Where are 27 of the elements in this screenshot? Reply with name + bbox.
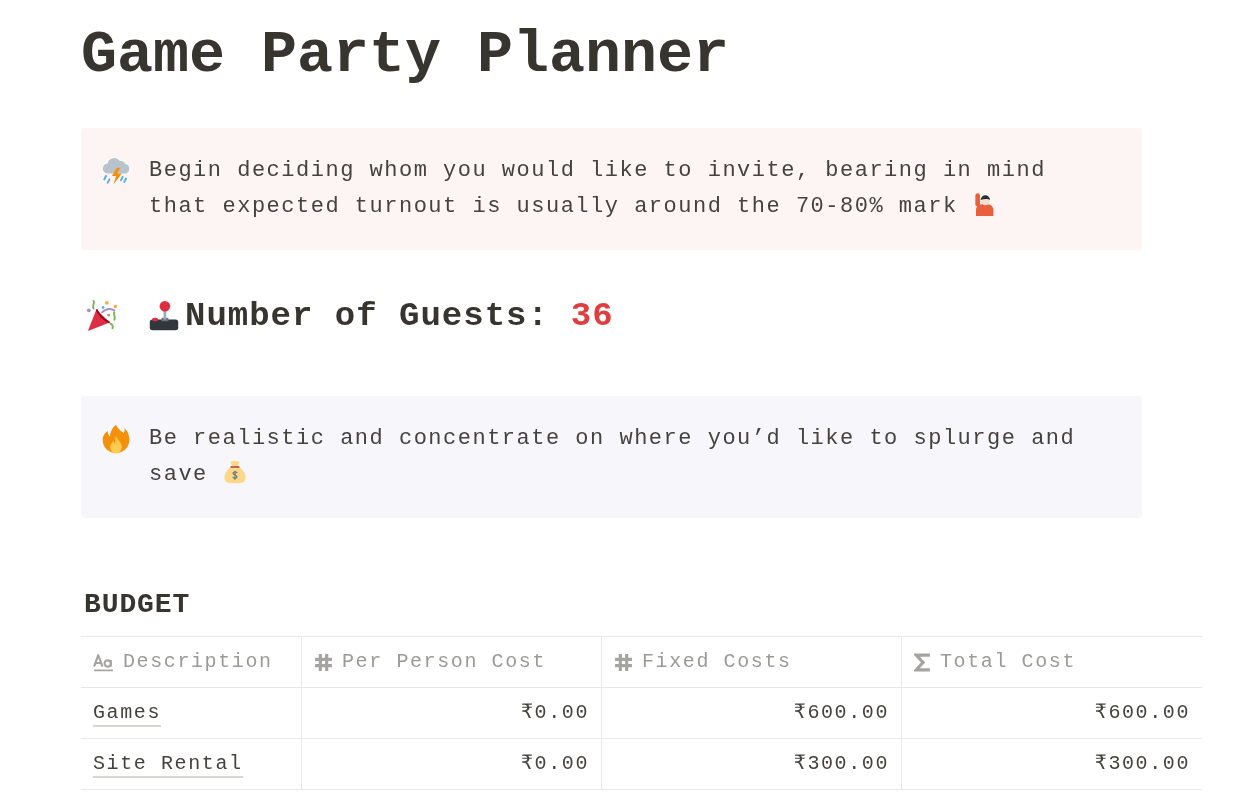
column-header[interactable]: Total Cost <box>902 637 1202 687</box>
money-bag-icon <box>222 460 247 484</box>
callout-text: Begin deciding whom you would like to invite, bearing in mind that expected turnout is usually around the 70-80% mark <box>149 158 1046 219</box>
table-cell: ₹600.00 <box>602 688 902 738</box>
table-cell: ₹300.00 <box>602 739 902 789</box>
page-link[interactable]: Games <box>93 701 161 727</box>
table-cell: ₹0.00 <box>302 739 602 789</box>
callout-text: Be realistic and concentrate on where you’d like to splurge and save <box>149 426 1076 487</box>
guest-count: 36 <box>570 296 614 337</box>
column-header[interactable]: Per Person Cost <box>302 637 602 687</box>
sigma-icon <box>914 652 931 672</box>
page-link[interactable]: Site Rental <box>93 752 243 778</box>
party-popper-icon <box>86 299 120 333</box>
fire-icon <box>101 424 131 454</box>
page-title: Game Party Planner <box>81 20 730 91</box>
column-header[interactable]: Fixed Costs <box>602 637 902 687</box>
storm-cloud-icon <box>101 156 131 186</box>
joystick-icon <box>148 300 180 332</box>
guests-heading: Number of Guests: <box>185 296 549 337</box>
text-type-icon <box>93 652 114 672</box>
table-cell-text: ₹300.00 <box>1093 751 1191 777</box>
table-cell: ₹0.00 <box>302 688 602 738</box>
column-header[interactable]: Description <box>81 637 302 687</box>
table-cell-text: ₹600.00 <box>1093 700 1191 726</box>
hash-icon <box>614 652 633 672</box>
hash-icon <box>314 652 333 672</box>
section-heading: BUDGET <box>84 588 191 622</box>
